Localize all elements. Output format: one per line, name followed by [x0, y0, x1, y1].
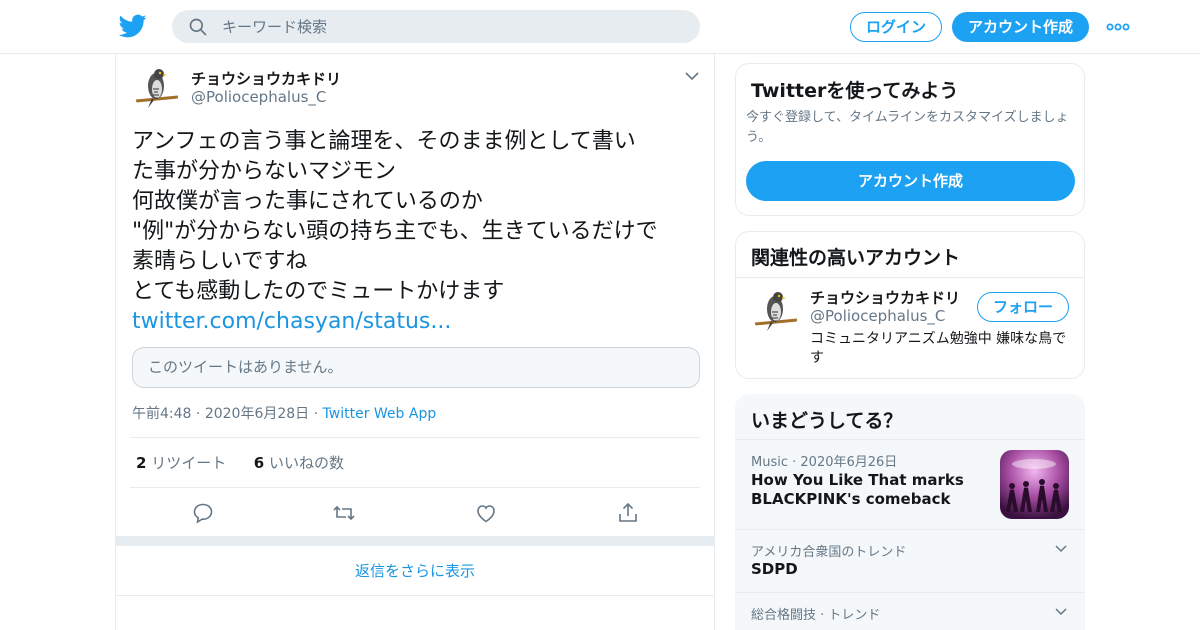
tweet-meta: 午前4:48 · 2020年6月28日 · Twitter Web App — [132, 406, 437, 422]
divider — [735, 439, 1085, 440]
related-account-name[interactable]: チョウショウカキドリ — [810, 287, 960, 308]
signup-card-button[interactable]: アカウント作成 — [746, 161, 1075, 201]
tweet-date[interactable]: 2020年6月28日 — [205, 406, 309, 422]
tweet-line: 素晴らしいですね — [132, 249, 308, 274]
signup-card: Twitterを使ってみよう 今すぐ登録して、タイムラインをカスタマイズしましょ… — [735, 63, 1085, 216]
twitter-bird-icon[interactable] — [119, 12, 147, 40]
share-icon[interactable] — [616, 501, 640, 525]
trend-thumbnail[interactable] — [1000, 450, 1069, 519]
trends-card: いまどうしてる？ Music · 2020年6月26日 How You Like… — [735, 394, 1085, 630]
avatar[interactable] — [751, 287, 799, 335]
avatar[interactable] — [132, 64, 180, 112]
related-account-handle[interactable]: @Poliocephalus_C — [810, 307, 945, 325]
related-account-bio: コミュニタリアニズム勉強中 嫌味な鳥です — [810, 331, 1067, 366]
tweet-stats: 2 リツイート 6 いいねの数 — [136, 452, 344, 473]
bird-avatar-icon — [751, 287, 799, 335]
login-button[interactable]: ログイン — [850, 12, 942, 42]
tweet-column: チョウショウカキドリ @Poliocephalus_C アンフェの言う事と論理を… — [115, 54, 715, 630]
concert-image-icon — [1000, 450, 1069, 519]
top-bar: ログイン アカウント作成 — [0, 0, 1200, 54]
signup-button[interactable]: アカウント作成 — [952, 12, 1089, 42]
tweet-line: アンフェの言う事と論理を、そのまま例として書い — [132, 129, 636, 154]
divider — [736, 277, 1084, 278]
trends-title: いまどうしてる？ — [751, 410, 903, 432]
search-box[interactable] — [172, 10, 700, 43]
tweet-line: た事が分からないマジモン — [132, 159, 397, 184]
related-accounts-card: 関連性の高いアカウント チョウショウカキドリ @Poliocephalus_C … — [735, 231, 1085, 379]
search-input[interactable] — [222, 10, 682, 43]
tweet-author-name[interactable]: チョウショウカキドリ — [191, 68, 341, 89]
signup-card-text: 今すぐ登録して、タイムラインをカスタマイズしましょう。 — [746, 110, 1069, 145]
divider — [735, 529, 1085, 530]
chevron-down-icon[interactable] — [1054, 605, 1068, 619]
trend-category: Music — [751, 455, 788, 470]
follow-button[interactable]: フォロー — [977, 292, 1069, 322]
tweet-app[interactable]: Twitter Web App — [323, 406, 437, 422]
tweet-line: 何故僕が言った事にされているのか — [132, 189, 483, 214]
tweet-line: "例"が分からない頭の持ち主でも、生きているだけで — [132, 219, 658, 244]
section-gap — [116, 536, 714, 546]
heart-icon[interactable] — [474, 501, 498, 525]
tweet-link[interactable]: twitter.com/chasyan/status... — [132, 307, 702, 337]
like-stat[interactable]: 6 いいねの数 — [254, 454, 344, 472]
search-icon — [189, 18, 207, 36]
bird-avatar-icon — [132, 64, 180, 112]
quote-unavailable: このツイートはありません。 — [132, 347, 700, 388]
trend-date: 2020年6月26日 — [800, 455, 898, 470]
trend-category: アメリカ合衆国のトレンド — [751, 545, 907, 560]
reply-icon[interactable] — [191, 501, 215, 525]
retweet-icon[interactable] — [332, 501, 356, 525]
divider — [130, 487, 700, 488]
tweet-line: とても感動したのでミュートかけます — [132, 279, 505, 304]
trend-category: 総合格闘技 · トレンド — [751, 608, 881, 623]
tweet-time[interactable]: 午前4:48 — [132, 406, 191, 422]
signup-card-title: Twitterを使ってみよう — [751, 80, 959, 102]
related-title: 関連性の高いアカウント — [751, 247, 961, 269]
tweet-text: アンフェの言う事と論理を、そのまま例として書い た事が分からないマジモン 何故僕… — [132, 127, 702, 337]
trend-text: How You Like That marks BLACKPINK's come… — [751, 471, 964, 508]
trend-text: SDPD — [751, 560, 798, 578]
chevron-down-icon[interactable] — [1054, 542, 1068, 556]
show-more-replies-link[interactable]: 返信をさらに表示 — [116, 546, 714, 596]
divider — [130, 437, 700, 438]
divider — [735, 592, 1085, 593]
more-dots-icon[interactable] — [1106, 17, 1130, 37]
tweet-author-handle[interactable]: @Poliocephalus_C — [191, 88, 326, 106]
retweet-stat[interactable]: 2 リツイート — [136, 454, 226, 472]
chevron-down-icon[interactable] — [684, 68, 700, 84]
